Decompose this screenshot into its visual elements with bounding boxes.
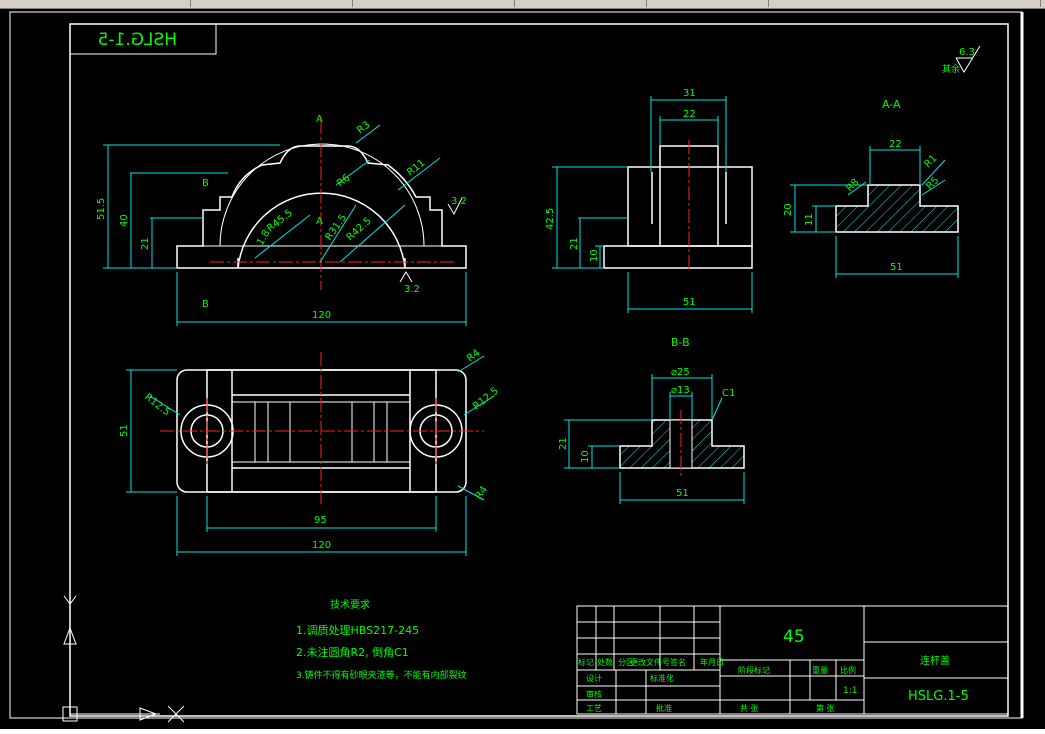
title-left-label-2: 标准化 xyxy=(650,673,674,683)
dim-10-bb: 10 xyxy=(580,450,591,463)
code-box: HSLG.1-5 xyxy=(69,23,217,55)
section-a-mid: A xyxy=(316,216,323,227)
cad-application: HSLG.1-5 其余 6.3 51.5 40 21 120 R3 R6 R11… xyxy=(0,0,1045,734)
drawing-frame xyxy=(9,11,1024,719)
toolbar-segment[interactable] xyxy=(354,0,515,7)
title-row-label-1: 标记 xyxy=(578,657,594,667)
roughness-3-2-a: 3.2 xyxy=(451,196,467,207)
dim-d25: ⌀25 xyxy=(671,367,690,378)
radius-r12-5-right: R12.5 xyxy=(471,386,501,413)
title-left-label-1: 设计 xyxy=(586,673,602,683)
ucs-icon xyxy=(62,595,185,723)
chamfer-c1: C1 xyxy=(722,388,735,399)
toolbar-segment[interactable] xyxy=(192,0,353,7)
radius-r8-aa: R8 xyxy=(844,177,861,194)
material-value: 45 xyxy=(783,627,805,647)
dim-40: 40 xyxy=(119,214,130,227)
dim-51-side: 51 xyxy=(683,297,696,308)
title-row-label-5: 签名 xyxy=(670,657,686,667)
title-row-label-4: 更改文件号 xyxy=(630,657,670,667)
dim-21-side: 21 xyxy=(569,237,580,250)
roughness-3-2-b: 3.2 xyxy=(404,284,420,295)
toolbar-segment[interactable] xyxy=(648,0,769,7)
tech-req-item-3: 3.铸件不得有砂眼夹渣等，不能有内部裂纹 xyxy=(296,669,467,681)
radius-r4-top: R4 xyxy=(465,347,482,364)
side-view: 31 22 42.5 21 10 51 xyxy=(545,88,753,313)
dim-51-top: 51 xyxy=(119,424,130,437)
title-row-label-2: 处数 xyxy=(597,657,613,667)
stage-label-1: 阶段标记 xyxy=(738,665,770,675)
title-left-label-4: 工艺 xyxy=(586,704,602,713)
section-aa: A-A 22 R1 R5 R8 20 11 51 xyxy=(783,98,959,278)
radius-r42-5: R42.5 xyxy=(345,216,374,244)
stage-label-2: 重量 xyxy=(812,665,828,675)
dim-120-front: 120 xyxy=(312,310,331,321)
radius-r31-5: R31.5 xyxy=(323,212,349,242)
dim-31: 31 xyxy=(683,88,696,99)
dim-d13: ⌀13 xyxy=(671,385,690,396)
tech-req-title: 技术要求 xyxy=(330,598,370,611)
dim-51-bb: 51 xyxy=(676,488,689,499)
title-left-label-3: 审核 xyxy=(586,689,602,699)
title-left-label-5: 批准 xyxy=(656,703,672,713)
drawing-number: HSLG.1-5 xyxy=(908,689,969,704)
section-aa-title: A-A xyxy=(882,98,901,111)
radius-r12-5-left: R12.5 xyxy=(142,392,172,419)
radius-r4-bottom: R4 xyxy=(473,485,490,502)
section-b-top: B xyxy=(202,178,209,189)
radius-r3: R3 xyxy=(355,119,372,136)
roughness-value: 6.3 xyxy=(959,47,975,58)
roughness-symbol-global: 其余 6.3 xyxy=(942,45,981,75)
drawing-canvas[interactable]: HSLG.1-5 其余 6.3 51.5 40 21 120 R3 R6 R11… xyxy=(0,8,1045,734)
dim-11-aa: 11 xyxy=(804,213,815,226)
dim-10-side: 10 xyxy=(589,249,600,262)
radius-r1-aa: R1 xyxy=(922,153,939,170)
technical-requirements: 技术要求 1.调质处理HBS217-245 2.未注圆角R2, 倒角C1 3.铸… xyxy=(296,598,467,681)
stage-label-3: 比例 xyxy=(840,665,856,675)
roughness-note-label: 其余 xyxy=(942,63,960,75)
radius-r11: R11 xyxy=(405,158,427,179)
tech-req-item-1: 1.调质处理HBS217-245 xyxy=(296,624,419,637)
section-a-top: A xyxy=(316,114,323,125)
section-bb-title: B-B xyxy=(671,336,690,349)
toolbar-segment[interactable] xyxy=(516,0,647,7)
top-view: R4 R4 R12.5 R12.5 51 95 120 xyxy=(119,347,501,556)
dim-51-aa: 51 xyxy=(890,262,903,273)
toolbar-segment[interactable] xyxy=(0,0,191,7)
dim-21-bb: 21 xyxy=(558,437,569,450)
scale-value: 1:1 xyxy=(843,686,857,696)
section-bb: B-B ⌀25 ⌀13 C1 21 10 51 xyxy=(558,336,745,504)
dim-120-top: 120 xyxy=(312,540,331,551)
toolbar-segment[interactable] xyxy=(770,0,1041,7)
dim-22-aa: 22 xyxy=(889,139,902,150)
sheet-label-2: 第 张 xyxy=(816,703,835,713)
command-line-strip[interactable] xyxy=(0,729,1045,734)
title-row-label-6: 年月日 xyxy=(700,657,724,667)
front-view: 51.5 40 21 120 R3 R6 R11 R45.5 R31.5 R42… xyxy=(96,114,467,326)
dim-95: 95 xyxy=(314,515,327,526)
sheet-label-1: 共 张 xyxy=(740,704,759,713)
dim-42-5: 42.5 xyxy=(545,208,556,230)
mirrored-code-text: HSLG.1-5 xyxy=(98,30,177,50)
tech-req-item-2: 2.未注圆角R2, 倒角C1 xyxy=(296,645,409,659)
dim-20-aa: 20 xyxy=(783,203,794,216)
part-name: 连杆盖 xyxy=(920,654,950,667)
dim-51-5: 51.5 xyxy=(96,198,107,220)
section-b-bottom: B xyxy=(202,299,209,310)
dim-22-side: 22 xyxy=(683,109,696,120)
radius-r5-aa: R5 xyxy=(924,175,941,192)
dim-21: 21 xyxy=(140,237,151,250)
